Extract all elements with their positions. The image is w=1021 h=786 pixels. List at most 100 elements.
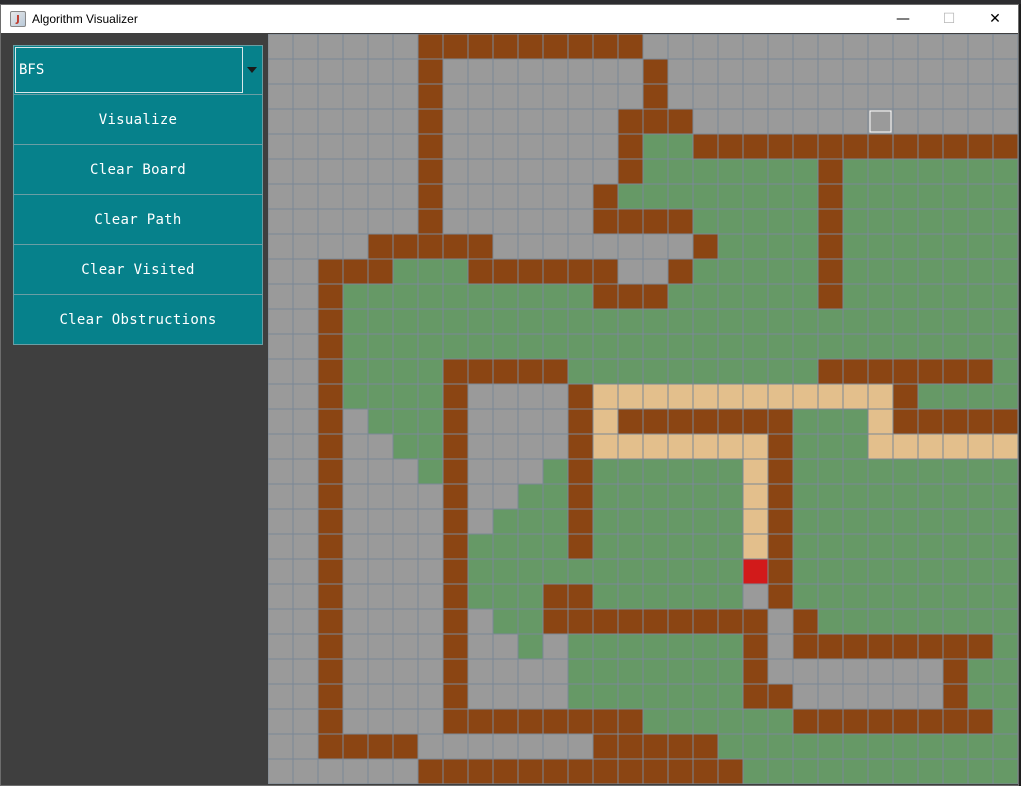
grid-cell-visited[interactable] xyxy=(417,258,444,285)
grid-cell-empty[interactable] xyxy=(442,133,469,160)
grid-cell-visited[interactable] xyxy=(592,508,619,535)
grid-cell-wall[interactable] xyxy=(567,433,594,460)
grid-cell-path[interactable] xyxy=(742,458,769,485)
grid-cell-wall[interactable] xyxy=(642,283,669,310)
grid-cell-visited[interactable] xyxy=(967,758,994,784)
grid-cell-path[interactable] xyxy=(942,433,969,460)
grid-cell-visited[interactable] xyxy=(692,308,719,335)
grid-cell-empty[interactable] xyxy=(292,708,319,735)
grid-cell-visited[interactable] xyxy=(992,333,1018,360)
grid-cell-visited[interactable] xyxy=(667,683,694,710)
grid-cell-visited[interactable] xyxy=(792,758,819,784)
grid-cell-visited[interactable] xyxy=(342,358,369,385)
grid-cell-empty[interactable] xyxy=(642,34,669,60)
grid-cell-empty[interactable] xyxy=(517,133,544,160)
grid-cell-wall[interactable] xyxy=(567,533,594,560)
grid-cell-wall[interactable] xyxy=(892,633,919,660)
grid-cell-visited[interactable] xyxy=(817,558,844,585)
grid-cell-visited[interactable] xyxy=(442,308,469,335)
grid-cell-wall[interactable] xyxy=(317,383,344,410)
grid-cell-wall[interactable] xyxy=(692,608,719,635)
grid-cell-empty[interactable] xyxy=(467,458,494,485)
grid-cell-empty[interactable] xyxy=(767,633,794,660)
grid-cell-wall[interactable] xyxy=(642,733,669,760)
grid-cell-empty[interactable] xyxy=(467,733,494,760)
grid-cell-visited[interactable] xyxy=(767,733,794,760)
grid-cell-empty[interactable] xyxy=(817,83,844,110)
grid-cell-path[interactable] xyxy=(642,383,669,410)
grid-cell-empty[interactable] xyxy=(292,333,319,360)
grid-cell-visited[interactable] xyxy=(917,333,944,360)
grid-cell-empty[interactable] xyxy=(268,533,294,560)
grid-cell-visited[interactable] xyxy=(842,533,869,560)
grid-cell-wall[interactable] xyxy=(592,758,619,784)
grid-cell-empty[interactable] xyxy=(667,233,694,260)
grid-cell-empty[interactable] xyxy=(317,233,344,260)
grid-cell-empty[interactable] xyxy=(292,583,319,610)
grid-cell-empty[interactable] xyxy=(367,58,394,85)
grid-cell-visited[interactable] xyxy=(642,683,669,710)
grid-cell-empty[interactable] xyxy=(517,83,544,110)
grid-cell-visited[interactable] xyxy=(967,333,994,360)
grid-cell-empty[interactable] xyxy=(567,233,594,260)
grid-cell-visited[interactable] xyxy=(992,733,1018,760)
grid-cell-empty[interactable] xyxy=(417,533,444,560)
grid-cell-wall[interactable] xyxy=(892,383,919,410)
grid-cell-visited[interactable] xyxy=(717,358,744,385)
grid-cell-wall[interactable] xyxy=(917,358,944,385)
grid-cell-visited[interactable] xyxy=(642,333,669,360)
grid-cell-wall[interactable] xyxy=(392,733,419,760)
grid-cell-visited[interactable] xyxy=(892,458,919,485)
grid-cell-visited[interactable] xyxy=(667,133,694,160)
grid-cell-visited[interactable] xyxy=(967,683,994,710)
grid-cell-empty[interactable] xyxy=(392,708,419,735)
grid-cell-visited[interactable] xyxy=(442,283,469,310)
grid-cell-wall[interactable] xyxy=(567,258,594,285)
grid-cell-wall[interactable] xyxy=(442,483,469,510)
grid-cell-visited[interactable] xyxy=(992,708,1018,735)
grid-cell-wall[interactable] xyxy=(892,408,919,435)
grid-cell-visited[interactable] xyxy=(942,208,969,235)
grid-cell-wall[interactable] xyxy=(617,758,644,784)
grid-cell-visited[interactable] xyxy=(867,533,894,560)
grid-cell-visited[interactable] xyxy=(692,183,719,210)
grid-cell-visited[interactable] xyxy=(767,283,794,310)
grid-cell-empty[interactable] xyxy=(892,108,919,135)
grid-cell-visited[interactable] xyxy=(717,533,744,560)
grid-cell-wall[interactable] xyxy=(942,658,969,685)
grid-cell-empty[interactable] xyxy=(967,34,994,60)
grid-cell-wall[interactable] xyxy=(867,133,894,160)
grid-cell-wall[interactable] xyxy=(592,258,619,285)
grid-cell-visited[interactable] xyxy=(917,208,944,235)
grid-cell-visited[interactable] xyxy=(642,583,669,610)
grid-cell-visited[interactable] xyxy=(592,633,619,660)
grid-cell-wall[interactable] xyxy=(942,633,969,660)
grid-cell-visited[interactable] xyxy=(367,283,394,310)
grid-cell-visited[interactable] xyxy=(917,608,944,635)
grid-cell-wall[interactable] xyxy=(817,633,844,660)
grid-cell-empty[interactable] xyxy=(292,458,319,485)
grid-cell-empty[interactable] xyxy=(742,34,769,60)
grid-cell-visited[interactable] xyxy=(492,558,519,585)
grid-cell-visited[interactable] xyxy=(667,633,694,660)
grid-cell-visited[interactable] xyxy=(792,458,819,485)
grid-cell-empty[interactable] xyxy=(792,683,819,710)
grid-cell-empty[interactable] xyxy=(467,608,494,635)
grid-cell-empty[interactable] xyxy=(517,658,544,685)
grid-cell-visited[interactable] xyxy=(592,658,619,685)
grid-cell-wall[interactable] xyxy=(567,508,594,535)
grid-cell-visited[interactable] xyxy=(917,483,944,510)
grid-cell-empty[interactable] xyxy=(268,108,294,135)
grid-cell-visited[interactable] xyxy=(842,408,869,435)
grid-cell-empty[interactable] xyxy=(292,658,319,685)
grid-cell-visited[interactable] xyxy=(742,258,769,285)
grid-cell-wall[interactable] xyxy=(667,258,694,285)
grid-cell-visited[interactable] xyxy=(842,508,869,535)
grid-cell-visited[interactable] xyxy=(917,233,944,260)
grid-cell-visited[interactable] xyxy=(992,658,1018,685)
grid-cell-empty[interactable] xyxy=(268,34,294,60)
grid-cell-empty[interactable] xyxy=(992,34,1018,60)
grid-cell-empty[interactable] xyxy=(667,34,694,60)
grid-cell-wall[interactable] xyxy=(417,108,444,135)
grid-cell-empty[interactable] xyxy=(442,208,469,235)
